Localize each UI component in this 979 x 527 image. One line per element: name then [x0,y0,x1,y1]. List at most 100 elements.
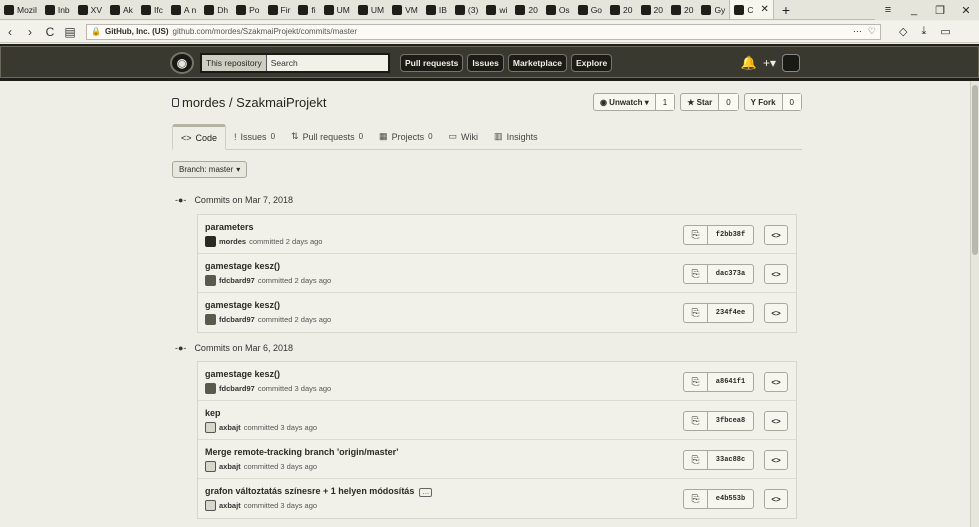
nav-issues[interactable]: Issues [467,54,504,72]
tab-code[interactable]: <> Code [172,124,227,150]
browse-code-button[interactable]: <> [764,450,788,470]
commit-author[interactable]: axbajt [219,462,241,471]
repo-title[interactable]: mordes / SzakmaiProjekt [172,95,327,110]
browser-tab-active[interactable]: C ✕ [729,0,774,19]
nav-pull-requests[interactable]: Pull requests [400,54,464,72]
close-window-button[interactable]: ✕ [953,4,979,17]
clipboard-icon[interactable]: ⎘ [684,490,708,508]
browser-tab[interactable]: 20 [606,0,636,19]
page-scrollbar[interactable] [970,81,979,527]
browser-tab[interactable]: Gy [697,0,729,19]
author-avatar[interactable] [205,383,216,394]
star-button[interactable]: ★ Star 0 [680,93,739,111]
minimize-button[interactable]: _ [901,4,927,16]
commit-author[interactable]: fdcbard97 [219,276,255,285]
commit-sha[interactable]: f2bb38f [708,226,753,244]
close-tab-icon[interactable]: ✕ [760,4,768,15]
commit-title[interactable]: grafon változtatás színesre + 1 helyen m… [205,486,433,497]
star-count[interactable]: 0 [719,94,738,110]
forward-button[interactable]: › [20,25,40,39]
browser-tab[interactable]: Dh [200,0,232,19]
browse-code-button[interactable]: <> [764,225,788,245]
browser-tab[interactable]: Ifc [137,0,167,19]
browser-tab[interactable]: 20 [511,0,541,19]
scrollbar-thumb[interactable] [972,85,978,255]
commit-title[interactable]: parameters [205,222,254,232]
commit-message[interactable]: gamestage kesz() [205,300,280,310]
restore-button[interactable]: ❐ [927,4,953,17]
clipboard-icon[interactable]: ⎘ [684,226,708,244]
github-logo-icon[interactable]: ◉ [170,52,194,74]
browser-tab[interactable]: Go [574,0,606,19]
commit-sha[interactable]: dac373a [708,265,753,283]
browser-tab[interactable]: 20 [637,0,667,19]
browser-tab[interactable]: fi [294,0,319,19]
browse-code-button[interactable]: <> [764,264,788,284]
nav-marketplace[interactable]: Marketplace [507,54,567,72]
browser-tab[interactable]: Fir [264,0,295,19]
reload-button[interactable]: C [40,25,60,39]
commit-title[interactable]: gamestage kesz() [205,300,280,310]
commit-title[interactable]: Merge remote-tracking branch 'origin/mas… [205,447,398,457]
tab-issues[interactable]: ! Issues 0 [226,124,283,149]
author-avatar[interactable] [205,314,216,325]
branch-select[interactable]: Branch: master ▾ [172,161,248,178]
download-icon[interactable]: ⤓ [921,25,926,38]
author-avatar[interactable] [205,461,216,472]
commit-title[interactable]: gamestage kesz() [205,369,280,379]
bookmark-icon[interactable]: ♡ [868,26,876,37]
expand-ellipsis-button[interactable]: … [419,488,433,497]
commit-author[interactable]: mordes [219,237,246,246]
fork-button[interactable]: Y Fork 0 [743,93,802,111]
commit-sha[interactable]: 234f4ee [708,304,753,322]
commit-message[interactable]: gamestage kesz() [205,369,280,379]
tab-projects[interactable]: ▦ Projects 0 [371,124,440,149]
author-avatar[interactable] [205,275,216,286]
commit-sha[interactable]: a8641f1 [708,373,753,391]
browser-tab[interactable]: 20 [667,0,697,19]
url-bar[interactable]: 🔒 GitHub, Inc. (US) github.com/mordes/Sz… [86,23,881,40]
author-avatar[interactable] [205,236,216,247]
search-input[interactable]: This repository Search [200,53,390,73]
watch-button[interactable]: ◉ Unwatch ▾ 1 [592,93,676,111]
page-actions-icon[interactable]: ⋯ [853,26,862,37]
commit-message[interactable]: grafon változtatás színesre + 1 helyen m… [205,486,414,496]
tab-insights[interactable]: ▥ Insights [486,124,546,149]
browser-tab[interactable]: A n [167,0,200,19]
commit-title[interactable]: kep [205,408,221,418]
watch-count[interactable]: 1 [655,94,675,110]
commit-author[interactable]: axbajt [219,423,241,432]
author-avatar[interactable] [205,500,216,511]
clipboard-icon[interactable]: ⎘ [684,451,708,469]
clipboard-icon[interactable]: ⎘ [684,412,708,430]
browser-tab[interactable]: Inb [41,0,74,19]
browser-tab[interactable]: Mozil [0,0,41,19]
notifications-bell-icon[interactable]: 🔔 [741,55,757,71]
shield-icon[interactable]: ◇ [899,25,907,38]
reader-icon[interactable]: ▤ [60,25,80,39]
browser-tab[interactable]: Ak [106,0,137,19]
browser-tab[interactable]: VM [388,0,422,19]
fork-count[interactable]: 0 [782,94,801,110]
commit-sha[interactable]: 33ac88c [708,451,753,469]
browser-tab[interactable]: Po [232,0,263,19]
commit-author[interactable]: fdcbard97 [219,384,255,393]
commit-message[interactable]: Merge remote-tracking branch 'origin/mas… [205,447,398,457]
browser-tab[interactable]: wi [482,0,511,19]
user-avatar[interactable] [782,54,800,72]
clipboard-icon[interactable]: ⎘ [684,265,708,283]
commit-author[interactable]: axbajt [219,501,241,510]
browser-tab[interactable]: (3) [451,0,482,19]
browser-tab[interactable]: UM [320,0,354,19]
clipboard-icon[interactable]: ⎘ [684,304,708,322]
commit-sha[interactable]: 3fbcea8 [708,412,753,430]
new-tab-button[interactable]: + [774,0,798,19]
back-button[interactable]: ‹ [0,25,20,39]
clipboard-icon[interactable]: ⎘ [684,373,708,391]
browse-code-button[interactable]: <> [764,372,788,392]
browser-tab[interactable]: UM [354,0,388,19]
author-avatar[interactable] [205,422,216,433]
repo-owner-name[interactable]: mordes / SzakmaiProjekt [182,95,327,110]
commit-author[interactable]: fdcbard97 [219,315,255,324]
tab-wiki[interactable]: ▭ Wiki [441,124,487,149]
